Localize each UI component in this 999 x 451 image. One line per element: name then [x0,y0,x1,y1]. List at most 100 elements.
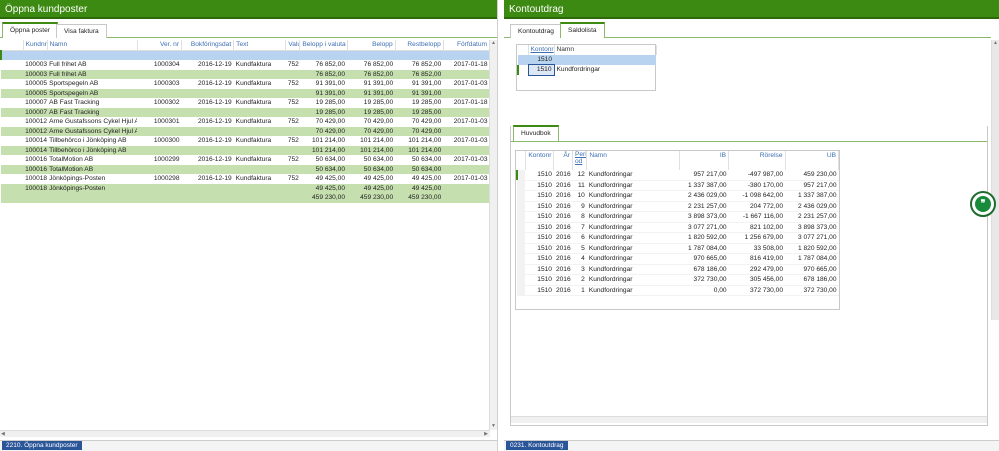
table-cell: 1000299 [153,156,180,163]
table-row[interactable]: 100014 Tillbehörco i Jönköping AB 1000300 2… [1,136,490,146]
column-header-belopp-i-valuta[interactable]: Belopp i valuta [299,40,348,50]
column-header-forfdatum[interactable]: Förfdatum [443,40,490,50]
row-selector[interactable] [1,136,23,146]
balance-filter-namn[interactable] [554,55,656,65]
row-selector[interactable] [1,88,24,98]
row-selector[interactable] [1,117,23,127]
ledger-row[interactable]: 1510 2016 8 Kundfordringar 3 898 373,00 -1 66… [517,211,839,223]
row-selector[interactable] [517,243,526,254]
tab-show-invoice[interactable]: Visa faktura [56,24,107,38]
ledger-row[interactable]: 1510 2016 7 Kundfordringar 3 077 271,00 821 1… [517,222,839,233]
column-header-belopp[interactable]: Belopp [347,40,396,50]
row-selector[interactable] [1,79,23,89]
balance-row[interactable]: 1510 Kundfordringar [517,64,656,76]
table-row[interactable]: 100003 Full frihet AB 1000304 2016-12-19 Kun… [1,60,490,70]
ledger-row[interactable]: 1510 2016 10 Kundfordringar 2 436 029,00 -1 0… [517,190,839,202]
chat-button[interactable]: ❞ [970,191,996,217]
subtotal-row[interactable]: 100007 AB Fast Tracking 19 285,00 19 285,00… [1,107,490,117]
balance-filter-row[interactable]: 1510 [518,54,656,65]
ledger-row[interactable]: 1510 2016 9 Kundfordringar 2 231 257,00 204 7… [517,201,839,212]
ledger-row[interactable]: 1510 2016 6 Kundfordringar 1 820 592,00 1 256… [517,232,839,244]
table-row[interactable]: 100018 Jönköpings-Posten 1000298 2016-12-19… [1,174,490,184]
scroll-down-icon[interactable]: ▼ [491,423,496,430]
row-selector[interactable] [517,211,526,222]
row-selector[interactable] [517,232,526,243]
ledger-row[interactable]: 1510 2016 11 Kundfordringar 1 337 387,00 -380… [517,180,839,191]
row-selector[interactable] [1,69,24,79]
row-selector[interactable] [1,145,24,155]
column-header-bokforingsdat[interactable]: Bokföringsdat [181,40,235,50]
column-header-period[interactable]: Peri-od [572,151,588,170]
balance-filter-kontonr[interactable]: 1510 [528,55,554,65]
column-header-ar[interactable]: År [553,151,573,170]
column-header-kundnr[interactable]: Kundnr [23,40,48,50]
column-header-ver-nr[interactable]: Ver. nr [137,40,183,50]
table-row[interactable]: 100005 Sportspegeln AB 1000303 2016-12-19 Ku… [1,79,490,89]
tab-huvudbok[interactable]: Huvudbok [513,125,559,141]
subtotal-row[interactable]: 100003 Full frihet AB 76 852,00 76 852,00 76… [1,69,490,79]
row-selector[interactable] [1,183,24,193]
ledger-row[interactable]: 1510 2016 1 Kundfordringar 0,00 372 730,00 372… [517,285,839,296]
left-vertical-scrollbar[interactable]: ▲ ▼ [489,40,497,430]
right-window-tab[interactable]: 0231. Kontoutdrag [506,441,568,450]
column-header-namn[interactable]: Namn [47,40,138,50]
column-header-rorelse[interactable]: Rörelse [728,151,786,170]
row-selector[interactable] [517,264,526,275]
column-header-kontonr[interactable]: Kontonr [528,45,555,55]
tab-kontoutdrag[interactable]: Kontoutdrag [510,24,562,38]
table-cell [443,193,490,203]
column-header-ub[interactable]: UB [785,151,840,170]
scroll-up-icon[interactable]: ▲ [993,40,998,47]
row-selector[interactable] [1,60,23,70]
row-selector[interactable] [1,193,24,203]
subtotal-row[interactable]: 100016 TotalMotion AB 50 634,00 50 634,00 50… [1,164,490,174]
subtotal-row[interactable]: 100018 Jönköpings-Posten 49 425,00 49 425,0… [1,183,490,193]
ledger-row[interactable]: 1510 2016 3 Kundfordringar 678 186,00 292 479… [517,264,839,275]
filter-row[interactable] [0,50,490,60]
tab-open-items[interactable]: Öppna poster [2,22,58,38]
row-selector[interactable] [1,155,23,165]
left-horizontal-scrollbar[interactable]: ◀ ▶ [0,430,490,437]
column-header-namn[interactable]: Namn [554,45,657,55]
row-selector[interactable] [517,190,526,201]
row-selector[interactable] [1,107,24,117]
subtotal-row[interactable]: 100014 Tillbehörco i Jönköping AB 101 214,… [1,145,490,155]
column-header-restbelopp[interactable]: Restbelopp [395,40,444,50]
ledger-row[interactable]: 1510 2016 2 Kundfordringar 372 730,00 305 456… [517,274,839,286]
row-selector[interactable] [1,126,24,136]
row-selector[interactable] [517,180,526,191]
row-selector[interactable] [517,222,526,233]
row-selector[interactable] [1,98,23,108]
ledger-row[interactable]: 1510 2016 12 Kundfordringar 957 217,00 -497 9… [515,170,839,181]
row-selector[interactable] [517,253,526,264]
scroll-up-icon[interactable]: ▲ [491,40,496,47]
table-row[interactable]: 100012 Arne Gustafssons Cykel Hjul AB 1000… [1,117,490,127]
table-row[interactable]: 100007 AB Fast Tracking 1000302 2016-12-19 K… [1,98,490,108]
scroll-right-icon[interactable]: ▶ [484,431,488,438]
row-selector[interactable] [1,164,24,174]
column-header-namn[interactable]: Namn [586,151,680,170]
column-header-text[interactable]: Text [233,40,287,50]
row-selector[interactable] [1,174,23,184]
row-selector[interactable] [517,285,526,296]
ledger-horizontal-scrollbar[interactable] [511,416,987,423]
tab-saldolista[interactable]: Saldolista [560,22,605,38]
balance-kontonr-cell[interactable]: 1510 [527,64,555,76]
row-selector[interactable] [515,170,526,180]
right-vertical-scrollbar[interactable]: ▲ [991,40,999,320]
row-selector[interactable] [517,274,526,285]
subtotal-row[interactable]: 100012 Arne Gustafssons Cykel Hjul AB 70 4… [1,126,490,136]
subtotal-row[interactable]: 459 230,00 459 230,00 459 230,00 [1,193,490,203]
ledger-row[interactable]: 1510 2016 4 Kundfordringar 970 665,00 816 419… [517,253,839,265]
row-selector[interactable] [517,201,526,212]
balance-namn-cell[interactable]: Kundfordringar [554,65,656,76]
scroll-left-icon[interactable]: ◀ [1,431,5,438]
filter-row-cell[interactable] [0,50,490,60]
table-row[interactable]: 100016 TotalMotion AB 1000299 2016-12-19 Kun… [1,155,490,165]
subtotal-row[interactable]: 100005 Sportspegeln AB 91 391,00 91 391,00 9… [1,88,490,98]
column-header-ib[interactable]: IB [679,151,730,170]
ledger-row[interactable]: 1510 2016 5 Kundfordringar 1 787 084,00 33 50… [517,243,839,254]
column-header-valuta[interactable]: Valut [285,40,301,50]
left-window-tab[interactable]: 2210. Öppna kundposter [2,441,82,450]
column-header-kontonr[interactable]: Kontonr [525,151,555,170]
